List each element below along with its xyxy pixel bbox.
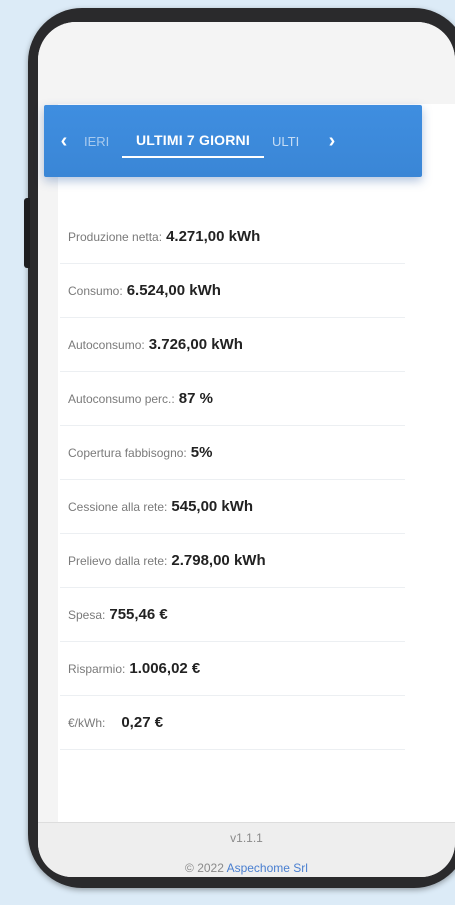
stat-value: 755,46 € xyxy=(109,606,168,623)
stat-label: €/kWh: xyxy=(68,715,106,730)
stat-label: Prelievo dalla rete: xyxy=(68,553,168,568)
stat-row-prelievo: Prelievo dalla rete: 2.798,00 kWh xyxy=(60,534,405,588)
phone-side-button xyxy=(24,198,30,268)
stat-row-produzione: Produzione netta: 4.271,00 kWh xyxy=(60,210,405,264)
tab-current-period[interactable]: ULTIMI 7 GIORNI xyxy=(122,132,264,158)
stat-label: Cessione alla rete: xyxy=(68,499,168,514)
brand-link[interactable]: Aspechome Srl xyxy=(227,861,308,875)
tab-previous-period[interactable]: IERI xyxy=(84,134,122,149)
stat-label: Spesa: xyxy=(68,607,106,622)
status-area xyxy=(38,22,455,104)
stat-value: 1.006,02 € xyxy=(129,660,201,677)
stat-value: 2.798,00 kWh xyxy=(171,552,266,569)
stat-label: Autoconsumo perc.: xyxy=(68,391,175,406)
stat-label: Produzione netta: xyxy=(68,229,163,244)
stat-value: 6.524,00 kWh xyxy=(126,282,221,299)
copyright-text: © 2022 xyxy=(185,861,224,875)
stats-list: Produzione netta: 4.271,00 kWh Consumo: … xyxy=(60,210,405,750)
stat-value: 3.726,00 kWh xyxy=(148,336,243,353)
stat-label: Consumo: xyxy=(68,283,123,298)
stat-label: Copertura fabbisogno: xyxy=(68,445,187,460)
stat-value: 5% xyxy=(190,444,213,461)
stat-row-consumo: Consumo: 6.524,00 kWh xyxy=(60,264,405,318)
stat-label: Risparmio: xyxy=(68,661,126,676)
stat-row-euro-kwh: €/kWh: 0,27 € xyxy=(60,696,405,750)
tab-next-period[interactable]: ULTI xyxy=(264,134,312,149)
stat-value: 4.271,00 kWh xyxy=(166,228,261,245)
app-version: v1.1.1 xyxy=(230,831,263,845)
stat-value: 87 % xyxy=(178,390,213,407)
stat-row-copertura: Copertura fabbisogno: 5% xyxy=(60,426,405,480)
stat-label: Autoconsumo: xyxy=(68,337,145,352)
stat-row-cessione: Cessione alla rete: 545,00 kWh xyxy=(60,480,405,534)
stat-row-risparmio: Risparmio: 1.006,02 € xyxy=(60,642,405,696)
stat-value: 0,27 € xyxy=(121,714,164,731)
stat-row-autoconsumo: Autoconsumo: 3.726,00 kWh xyxy=(60,318,405,372)
period-tab-bar: ‹ IERI ULTIMI 7 GIORNI ULTI › xyxy=(44,105,422,177)
copyright: © 2022 Aspechome Srl xyxy=(38,861,455,875)
stat-value: 545,00 kWh xyxy=(171,498,254,515)
stat-row-spesa: Spesa: 755,46 € xyxy=(60,588,405,642)
footer: v1.1.1 © 2022 Aspechome Srl xyxy=(38,822,455,877)
stat-row-autoconsumo-perc: Autoconsumo perc.: 87 % xyxy=(60,372,405,426)
chevron-left-icon[interactable]: ‹ xyxy=(44,130,84,153)
chevron-right-icon[interactable]: › xyxy=(312,130,352,153)
